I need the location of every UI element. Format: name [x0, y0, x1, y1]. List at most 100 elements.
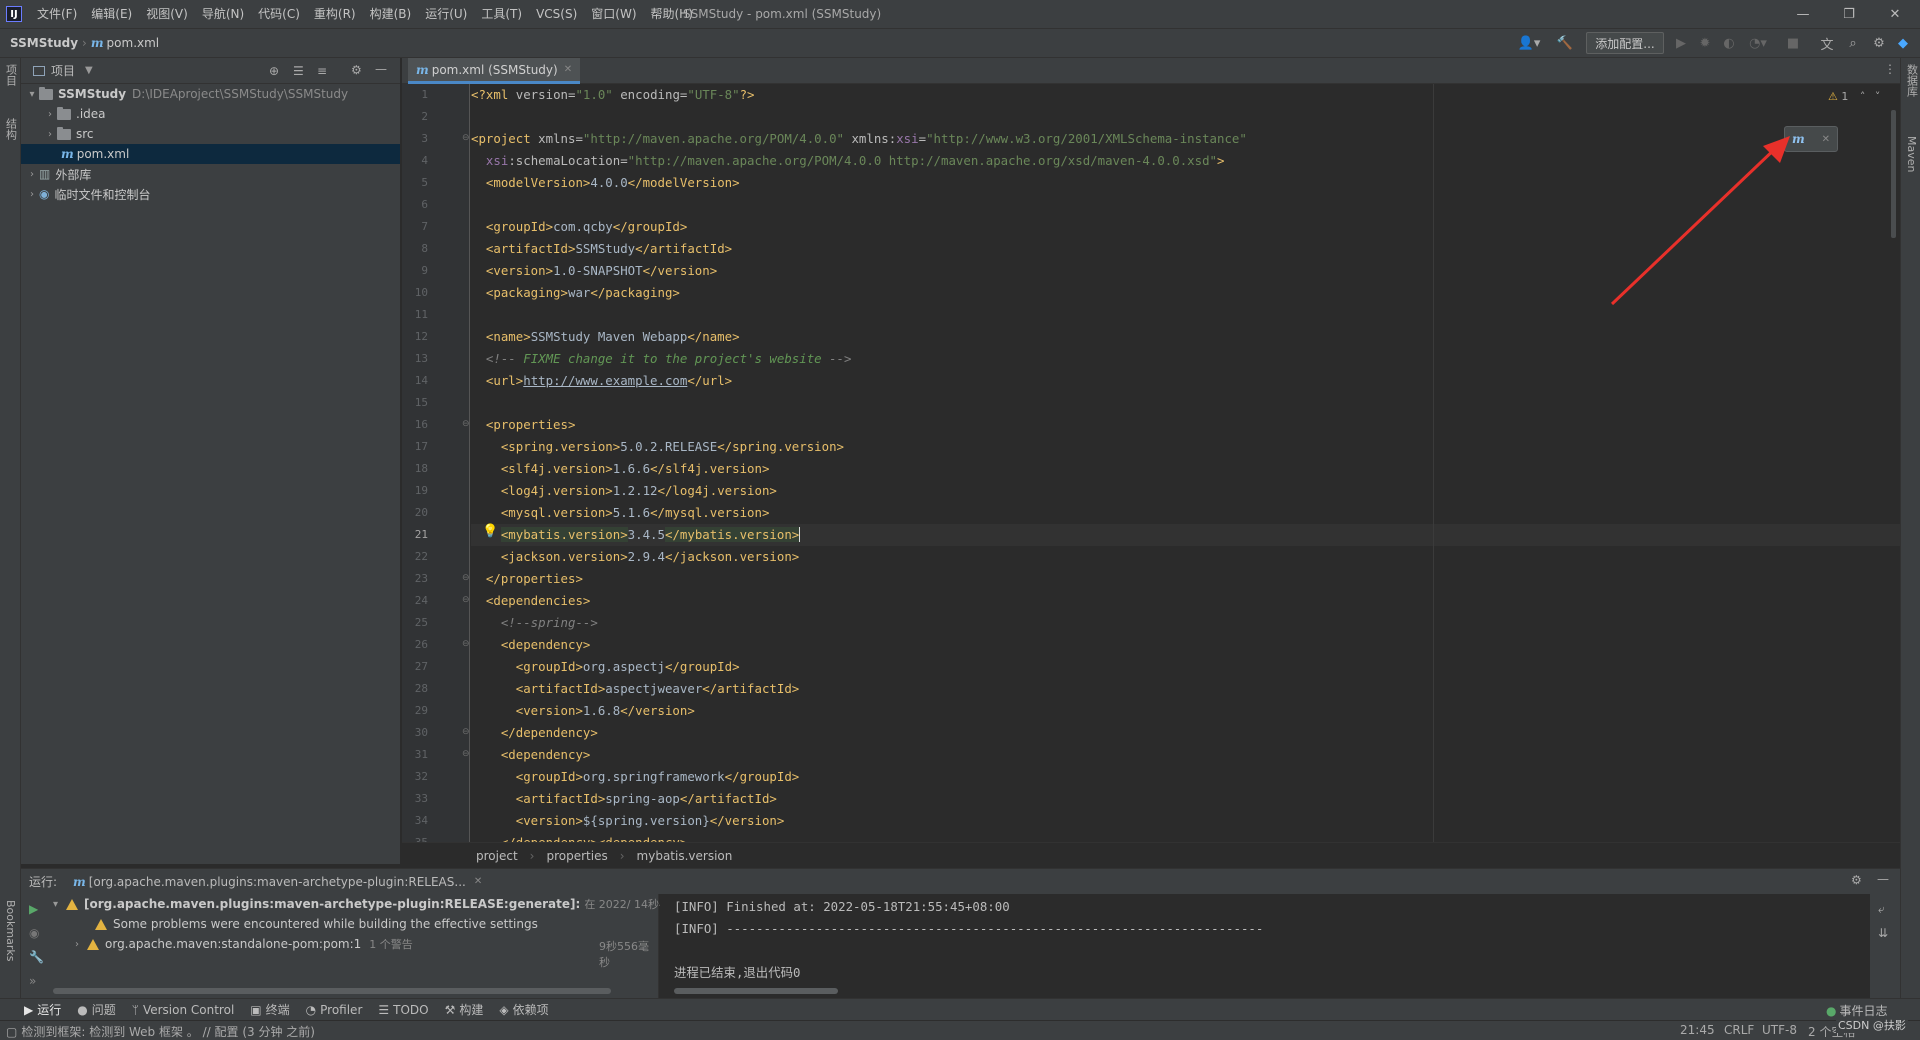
fold-marker-icon[interactable]: ⊖ — [462, 133, 470, 143]
breadcrumb-properties[interactable]: properties — [546, 849, 607, 863]
fold-marker-icon[interactable]: ⊖ — [462, 573, 470, 583]
restore-button[interactable]: ❐ — [1826, 0, 1872, 28]
tree-item-src[interactable]: › src — [21, 124, 400, 144]
rerun-icon[interactable]: ▶ — [29, 902, 38, 916]
run-tree-child-settings[interactable]: Some problems were encountered while bui… — [95, 914, 538, 934]
soft-wrap-icon[interactable]: ⤶ — [1878, 902, 1885, 917]
close-tab-icon[interactable]: ✕ — [564, 64, 572, 75]
tab-profiler[interactable]: ◔ Profiler — [306, 1003, 363, 1017]
stop-icon[interactable]: ◉ — [29, 926, 39, 940]
tree-root-ssmstudy[interactable]: ▾ SSMStudy D:\IDEAproject\SSMStudy\SSMSt… — [21, 84, 400, 104]
fold-marker-icon[interactable]: ⊖ — [462, 595, 470, 605]
nav-project[interactable]: SSMStudy — [10, 36, 78, 50]
inspection-widget[interactable]: ⚠ 1 ˄ ˅ — [1828, 90, 1880, 103]
menu-edit[interactable]: 编辑(E) — [84, 0, 139, 28]
hide-run-panel-icon[interactable]: — — [1877, 872, 1889, 886]
plugin-icon[interactable]: ◆ — [1894, 34, 1912, 52]
translate-icon[interactable]: 文 — [1818, 34, 1836, 53]
menu-file[interactable]: 文件(F) — [30, 0, 84, 28]
tool-tab-structure[interactable]: 结构 — [2, 118, 19, 164]
file-encoding[interactable]: UTF-8 — [1762, 1023, 1797, 1037]
tab-todo[interactable]: ☰ TODO — [378, 1003, 428, 1017]
search-icon[interactable]: ⌕ — [1844, 34, 1862, 52]
tab-run[interactable]: ▶ 运行 — [24, 1001, 61, 1018]
nav-file[interactable]: pom.xml — [107, 36, 160, 50]
menu-vcs[interactable]: VCS(S) — [529, 0, 584, 28]
menu-build[interactable]: 构建(B) — [363, 0, 419, 28]
menu-run[interactable]: 运行(U) — [418, 0, 474, 28]
run-tab[interactable]: [org.apache.maven.plugins:maven-archetyp… — [89, 875, 466, 889]
breadcrumb-project[interactable]: project — [476, 849, 518, 863]
breadcrumb-mybatis-version[interactable]: mybatis.version — [637, 849, 733, 863]
caret-position[interactable]: 21:45 — [1680, 1023, 1715, 1037]
menu-view[interactable]: 视图(V) — [139, 0, 195, 28]
project-panel-title[interactable]: 项目 — [51, 62, 75, 79]
menu-code[interactable]: 代码(C) — [251, 0, 307, 28]
maven-reload-icon[interactable]: m — [1792, 132, 1805, 146]
tab-build[interactable]: ⚒ 构建 — [445, 1001, 484, 1018]
tab-problems[interactable]: ● 问题 — [77, 1001, 116, 1018]
more-actions-icon[interactable]: » — [29, 974, 36, 988]
chevron-right-icon[interactable]: › — [43, 109, 57, 120]
chevron-right-icon[interactable]: › — [75, 939, 79, 950]
close-popup-icon[interactable]: ✕ — [1822, 134, 1830, 145]
add-configuration-button[interactable]: 添加配置... — [1586, 32, 1664, 54]
tab-terminal[interactable]: ▣ 终端 — [250, 1001, 289, 1018]
more-options-icon[interactable]: ⋮ — [1884, 62, 1896, 76]
console-scrollbar[interactable] — [674, 988, 838, 994]
scroll-to-end-icon[interactable]: ⇊ — [1878, 926, 1888, 940]
tool-tab-maven[interactable]: Maven — [1903, 136, 1920, 196]
chevron-right-icon[interactable]: › — [25, 169, 39, 180]
tab-version-control[interactable]: ᛘ Version Control — [132, 1003, 235, 1017]
panel-settings-icon[interactable]: ⚙ — [351, 63, 362, 77]
intention-bulb-icon[interactable]: 💡 — [482, 524, 498, 539]
hide-panel-icon[interactable]: — — [375, 62, 387, 76]
collapse-all-icon[interactable]: ≡ — [317, 64, 327, 78]
menu-window[interactable]: 窗口(W) — [584, 0, 643, 28]
run-tree-root[interactable]: ▾ [org.apache.maven.plugins:maven-archet… — [53, 894, 702, 914]
profile-icon[interactable]: ◔▾ — [1744, 34, 1772, 52]
minimize-button[interactable]: — — [1780, 0, 1826, 28]
close-tab-icon[interactable]: ✕ — [474, 876, 482, 887]
chevron-right-icon[interactable]: › — [43, 129, 57, 140]
status-message[interactable]: ▢ 检测到框架: 检测到 Web 框架 。 // 配置 (3 分钟 之前) — [6, 1023, 315, 1040]
fold-marker-icon[interactable]: ⊖ — [462, 727, 470, 737]
locate-icon[interactable]: ⊕ — [269, 64, 279, 78]
tree-item-pom[interactable]: m pom.xml — [21, 144, 400, 164]
horizontal-scrollbar[interactable] — [53, 988, 611, 994]
expand-all-icon[interactable]: ☰ — [293, 64, 304, 78]
console-output[interactable]: [INFO] Finished at: 2022-05-18T21:55:45+… — [660, 894, 1870, 998]
tree-item-idea[interactable]: › .idea — [21, 104, 400, 124]
fold-marker-icon[interactable]: ⊖ — [462, 419, 470, 429]
menu-refactor[interactable]: 重构(R) — [307, 0, 363, 28]
tool-tab-bookmarks[interactable]: Bookmarks — [2, 900, 19, 980]
line-separator[interactable]: CRLF — [1724, 1023, 1754, 1037]
close-window-button[interactable]: ✕ — [1872, 0, 1918, 28]
fold-marker-icon[interactable]: ⊖ — [462, 749, 470, 759]
fold-marker-icon[interactable]: ⊖ — [462, 639, 470, 649]
menu-navigate[interactable]: 导航(N) — [195, 0, 251, 28]
build-hammer-icon[interactable]: 🔨 — [1556, 34, 1574, 52]
tab-pom-xml[interactable]: m pom.xml (SSMStudy) ✕ — [408, 58, 581, 84]
gear-icon[interactable]: ⚙ — [1870, 34, 1888, 52]
code-editor[interactable]: <?xml version="1.0" encoding="UTF-8"?> <… — [471, 84, 1900, 842]
tool-tab-database[interactable]: 数据库 — [1903, 64, 1920, 124]
menu-tools[interactable]: 工具(T) — [474, 0, 529, 28]
wrench-icon[interactable]: 🔧 — [29, 950, 44, 964]
stop-icon[interactable]: ■ — [1784, 34, 1802, 52]
editor-scrollbar[interactable] — [1891, 110, 1896, 238]
coverage-icon[interactable]: ◐ — [1720, 34, 1738, 52]
user-icon[interactable]: 👤▾ — [1516, 34, 1542, 52]
chevron-right-icon[interactable]: › — [25, 189, 39, 200]
tree-item-external-libs[interactable]: › ▥ 外部库 — [21, 164, 400, 184]
chevron-down-icon[interactable]: ▾ — [25, 89, 39, 100]
run-tree-child-pom[interactable]: › org.apache.maven:standalone-pom:pom:1 … — [75, 934, 413, 954]
tab-dependencies[interactable]: ◈ 依赖项 — [499, 1001, 548, 1018]
tree-item-scratches[interactable]: › ◉ 临时文件和控制台 — [21, 184, 400, 204]
tool-tab-project[interactable]: 项目 — [2, 64, 19, 114]
run-icon[interactable]: ▶ — [1672, 34, 1690, 52]
chevron-down-icon[interactable]: ▾ — [53, 899, 58, 910]
run-settings-icon[interactable]: ⚙ — [1851, 873, 1862, 887]
dropdown-arrow-icon[interactable]: ▼ — [85, 65, 93, 76]
debug-icon[interactable]: ✹ — [1696, 34, 1714, 52]
